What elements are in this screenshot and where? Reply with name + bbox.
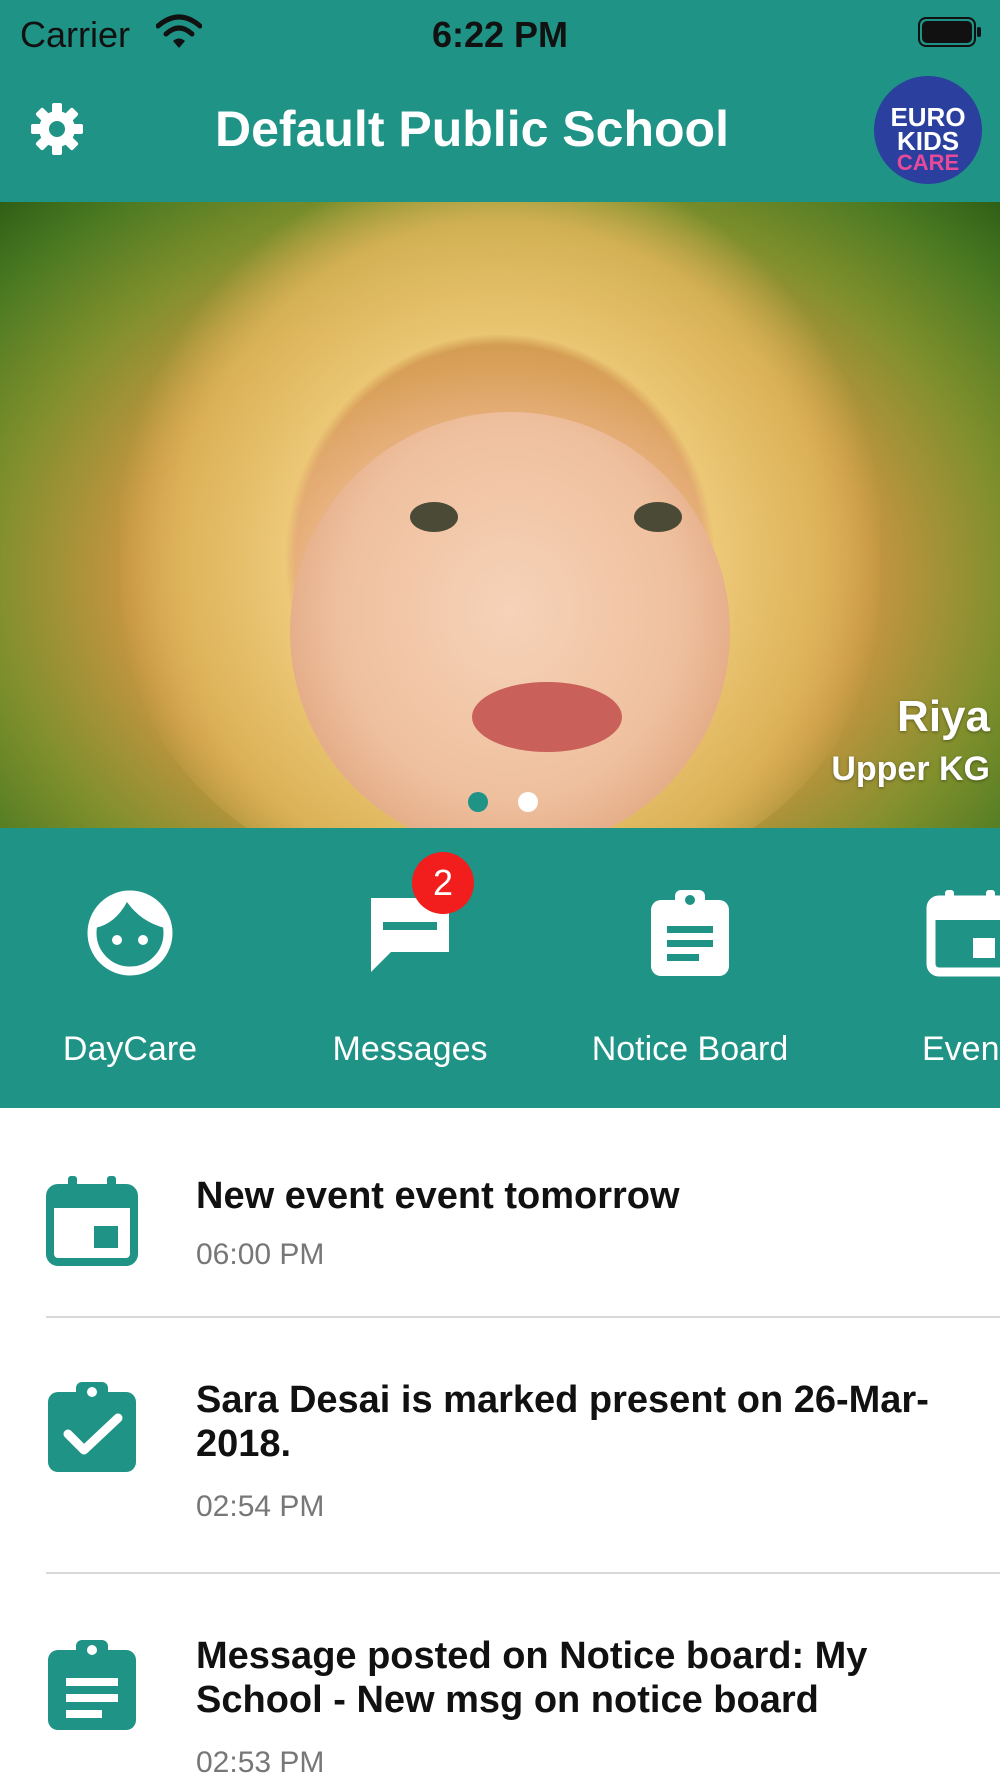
page-indicator-dot-1[interactable] — [468, 792, 488, 812]
photo-mouth — [472, 682, 622, 752]
feed-item-text: Sara Desai is marked present on 26-Mar-2… — [196, 1379, 929, 1465]
feed-item-time: 06:00 PM — [196, 1238, 325, 1271]
student-class: Upper KG — [831, 750, 990, 788]
child-face-icon — [87, 890, 173, 976]
unread-messages-badge: 2 — [412, 852, 474, 914]
feed-item-text: Message posted on Notice board: My Schoo… — [196, 1635, 868, 1721]
photo-eye-right — [634, 502, 682, 532]
page-indicator-dot-2[interactable] — [518, 792, 538, 812]
notice-board-button[interactable]: Notice Board — [560, 888, 820, 1088]
feed-item-notice[interactable]: Message posted on Notice board: My Schoo… — [0, 1574, 1000, 1778]
attendance-check-icon — [48, 1382, 136, 1472]
daycare-button[interactable]: DayCare — [0, 888, 260, 1088]
calendar-icon — [926, 890, 1000, 977]
logo-line-3: CARE — [896, 150, 960, 175]
page-title: Default Public School — [215, 101, 729, 157]
messages-button[interactable]: Messages — [280, 888, 540, 1088]
feed-item-event[interactable]: New event event tomorrow 06:00 PM — [0, 1108, 1000, 1318]
photo-eye-left — [410, 502, 458, 532]
feed-item-time: 02:54 PM — [196, 1490, 325, 1523]
clipboard-icon — [48, 1640, 136, 1730]
photo-face — [290, 412, 730, 828]
daycare-label: DayCare — [62, 1030, 198, 1068]
battery-icon — [918, 17, 981, 47]
activity-feed: New event event tomorrow 06:00 PM Sara D… — [0, 1108, 1000, 1778]
calendar-icon — [46, 1176, 138, 1266]
events-button[interactable]: Even — [840, 888, 1000, 1088]
status-time: 6:22 PM — [431, 14, 569, 55]
notice-board-label: Notice Board — [591, 1030, 789, 1068]
events-label: Even — [922, 1030, 1000, 1068]
school-logo[interactable]: EURO KIDS CARE — [874, 76, 982, 184]
app-screen: Carrier 6:22 PM Default Public School EU… — [0, 0, 1000, 1778]
feed-item-attendance[interactable]: Sara Desai is marked present on 26-Mar-2… — [0, 1318, 1000, 1574]
status-bar: Carrier 6:22 PM — [0, 0, 1000, 70]
student-photo-carousel[interactable]: Riya Upper KG — [0, 202, 1000, 828]
messages-label: Messages — [332, 1030, 488, 1068]
clipboard-icon — [651, 890, 729, 976]
nav-bar: Default Public School EURO KIDS CARE — [0, 70, 1000, 202]
feed-item-text: New event event tomorrow — [196, 1175, 680, 1217]
student-name: Riya — [897, 692, 990, 741]
quick-actions-bar: DayCare Messages 2 Notice Board Even — [0, 828, 1000, 1108]
feed-item-time: 02:53 PM — [196, 1746, 325, 1778]
